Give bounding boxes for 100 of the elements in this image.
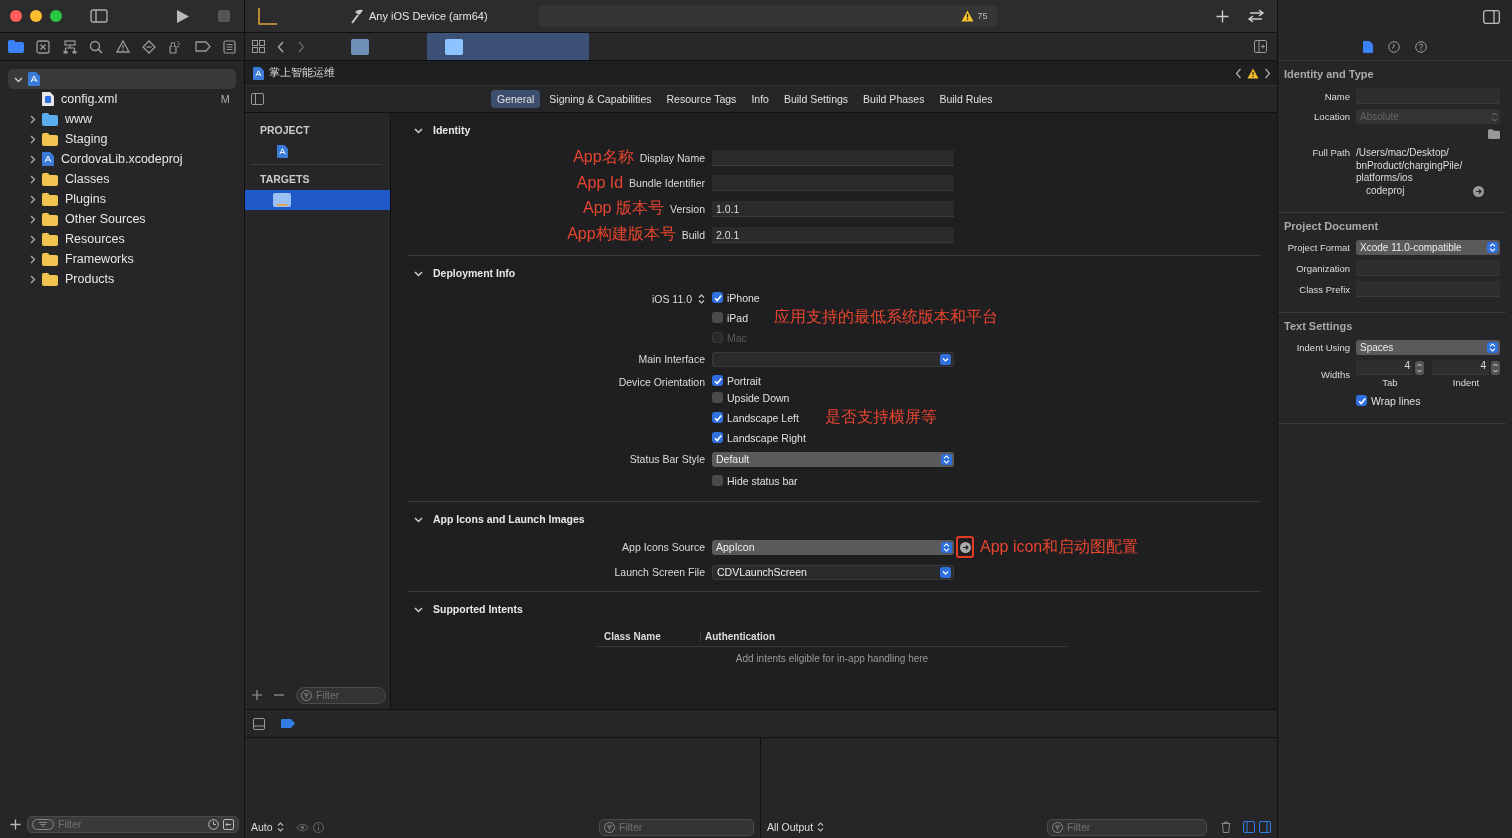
x-square-icon[interactable] xyxy=(36,39,51,54)
add-icon[interactable] xyxy=(1216,9,1229,23)
checkbox[interactable] xyxy=(712,392,723,403)
warning-icon[interactable] xyxy=(1247,67,1259,79)
chevron-icon[interactable] xyxy=(28,254,37,264)
chevron-icon[interactable] xyxy=(28,194,37,204)
chevron-icon[interactable] xyxy=(28,154,37,164)
reveal-icon[interactable] xyxy=(1473,186,1484,197)
trash-icon[interactable] xyxy=(1221,821,1231,833)
text-field[interactable]: 1.0.1 xyxy=(712,200,954,217)
go-button[interactable] xyxy=(956,536,974,558)
stepper-icon[interactable] xyxy=(698,294,705,304)
back-icon[interactable] xyxy=(277,40,285,53)
list-icon[interactable] xyxy=(223,39,236,54)
chevron-icon[interactable] xyxy=(414,604,423,614)
dropdown-icon[interactable] xyxy=(940,566,951,578)
chevron-icon[interactable] xyxy=(414,514,423,524)
chevron-icon[interactable] xyxy=(28,174,37,184)
tab[interactable]: Info xyxy=(745,90,775,108)
scope-selector[interactable]: Auto xyxy=(251,821,273,833)
swap-arrows-icon[interactable] xyxy=(1247,9,1265,23)
add-icon[interactable] xyxy=(10,818,21,830)
checkbox[interactable] xyxy=(712,375,723,386)
navigator-item[interactable]: Classes xyxy=(8,169,236,189)
tab[interactable]: General xyxy=(491,90,541,108)
scope-icon[interactable] xyxy=(223,818,234,830)
popup-button[interactable]: Spaces xyxy=(1356,340,1500,355)
file-icon[interactable] xyxy=(1363,40,1373,53)
checkbox[interactable] xyxy=(712,475,723,486)
diamond-icon[interactable] xyxy=(141,39,156,54)
help-icon[interactable] xyxy=(1415,40,1427,53)
history-icon[interactable] xyxy=(1388,40,1400,53)
column-header[interactable]: Class Name xyxy=(597,630,701,642)
popup-button[interactable]: AppIcon xyxy=(712,539,954,555)
tab[interactable]: Build Settings xyxy=(777,90,855,108)
right-pane-icon[interactable] xyxy=(1259,821,1271,833)
checkbox[interactable] xyxy=(712,292,723,303)
navigator-item[interactable]: Resources xyxy=(8,229,236,249)
warning-icon[interactable] xyxy=(960,10,974,22)
text-field[interactable] xyxy=(712,149,954,166)
hierarchy-icon[interactable] xyxy=(62,39,77,54)
close-button[interactable] xyxy=(10,10,22,22)
stepper-icon[interactable] xyxy=(817,822,825,832)
stepper-icon[interactable] xyxy=(276,822,284,832)
dropdown-icon[interactable] xyxy=(940,353,951,365)
text-field[interactable]: 2.0.1 xyxy=(712,226,954,243)
chevron-icon[interactable] xyxy=(28,214,37,224)
checkbox[interactable] xyxy=(1356,395,1367,406)
popup-button[interactable]: Xcode 11.0-compatible xyxy=(1356,240,1500,255)
stepper-icon[interactable] xyxy=(1415,360,1424,375)
play-icon[interactable] xyxy=(176,8,190,24)
checkbox[interactable] xyxy=(712,412,723,423)
add-icon[interactable] xyxy=(252,690,262,700)
spray-icon[interactable] xyxy=(168,39,183,54)
target-item[interactable] xyxy=(245,190,390,210)
info-icon[interactable] xyxy=(312,821,324,833)
checkbox[interactable] xyxy=(712,432,723,443)
navigator-item[interactable]: Staging xyxy=(8,129,236,149)
navigator-item[interactable]: config.xml M xyxy=(8,89,236,109)
output-selector[interactable]: All Output xyxy=(767,821,814,833)
navigator-item[interactable]: www xyxy=(8,109,236,129)
number-field[interactable]: 4 xyxy=(1356,360,1413,375)
editor-tab[interactable] xyxy=(427,33,589,60)
tag-icon[interactable] xyxy=(194,41,211,52)
text-field[interactable] xyxy=(712,175,954,191)
tab[interactable]: Signing & Capabilities xyxy=(543,90,658,108)
checkbox[interactable] xyxy=(712,312,723,323)
chevron-icon[interactable] xyxy=(414,125,423,135)
chevron-icon[interactable] xyxy=(414,268,423,278)
chevron-icon[interactable] xyxy=(28,234,37,244)
tab[interactable]: Build Phases xyxy=(857,90,931,108)
previous-issue-icon[interactable] xyxy=(1235,67,1242,79)
stepper-icon[interactable] xyxy=(1491,360,1500,375)
folder-icon[interactable] xyxy=(8,40,24,53)
number-field[interactable]: 4 xyxy=(1432,360,1489,375)
hide-debug-icon[interactable] xyxy=(253,717,265,730)
inspector-toggle-icon[interactable] xyxy=(1483,9,1500,24)
sidebar-toggle-icon[interactable] xyxy=(251,93,264,105)
minimize-button[interactable] xyxy=(30,10,42,22)
combo-box[interactable] xyxy=(712,351,954,367)
breakpoint-icon[interactable] xyxy=(281,719,295,728)
left-pane-icon[interactable] xyxy=(1243,821,1255,833)
chevron-icon[interactable] xyxy=(28,274,37,284)
navigator-item[interactable]: Plugins xyxy=(8,189,236,209)
forward-icon[interactable] xyxy=(297,40,305,53)
sidebar-toggle-icon[interactable] xyxy=(90,9,108,23)
grid-icon[interactable] xyxy=(252,40,265,53)
combo-box[interactable]: CDVLaunchScreen xyxy=(712,564,954,580)
jump-bar-item[interactable]: 掌上智能运维 xyxy=(269,66,335,80)
eye-icon[interactable] xyxy=(295,822,309,832)
next-issue-icon[interactable] xyxy=(1264,67,1271,79)
search-icon[interactable] xyxy=(89,39,104,54)
zoom-button[interactable] xyxy=(50,10,62,22)
chevron-icon[interactable] xyxy=(28,114,37,124)
folder-icon[interactable] xyxy=(1488,129,1500,139)
add-editor-icon[interactable] xyxy=(1254,40,1267,53)
column-header[interactable]: Authentication xyxy=(701,630,775,642)
scheme-selector[interactable]: Any iOS Device (arm64) xyxy=(369,10,488,22)
navigator-item[interactable]: Frameworks xyxy=(8,249,236,269)
navigator-item[interactable]: Products xyxy=(8,269,236,289)
